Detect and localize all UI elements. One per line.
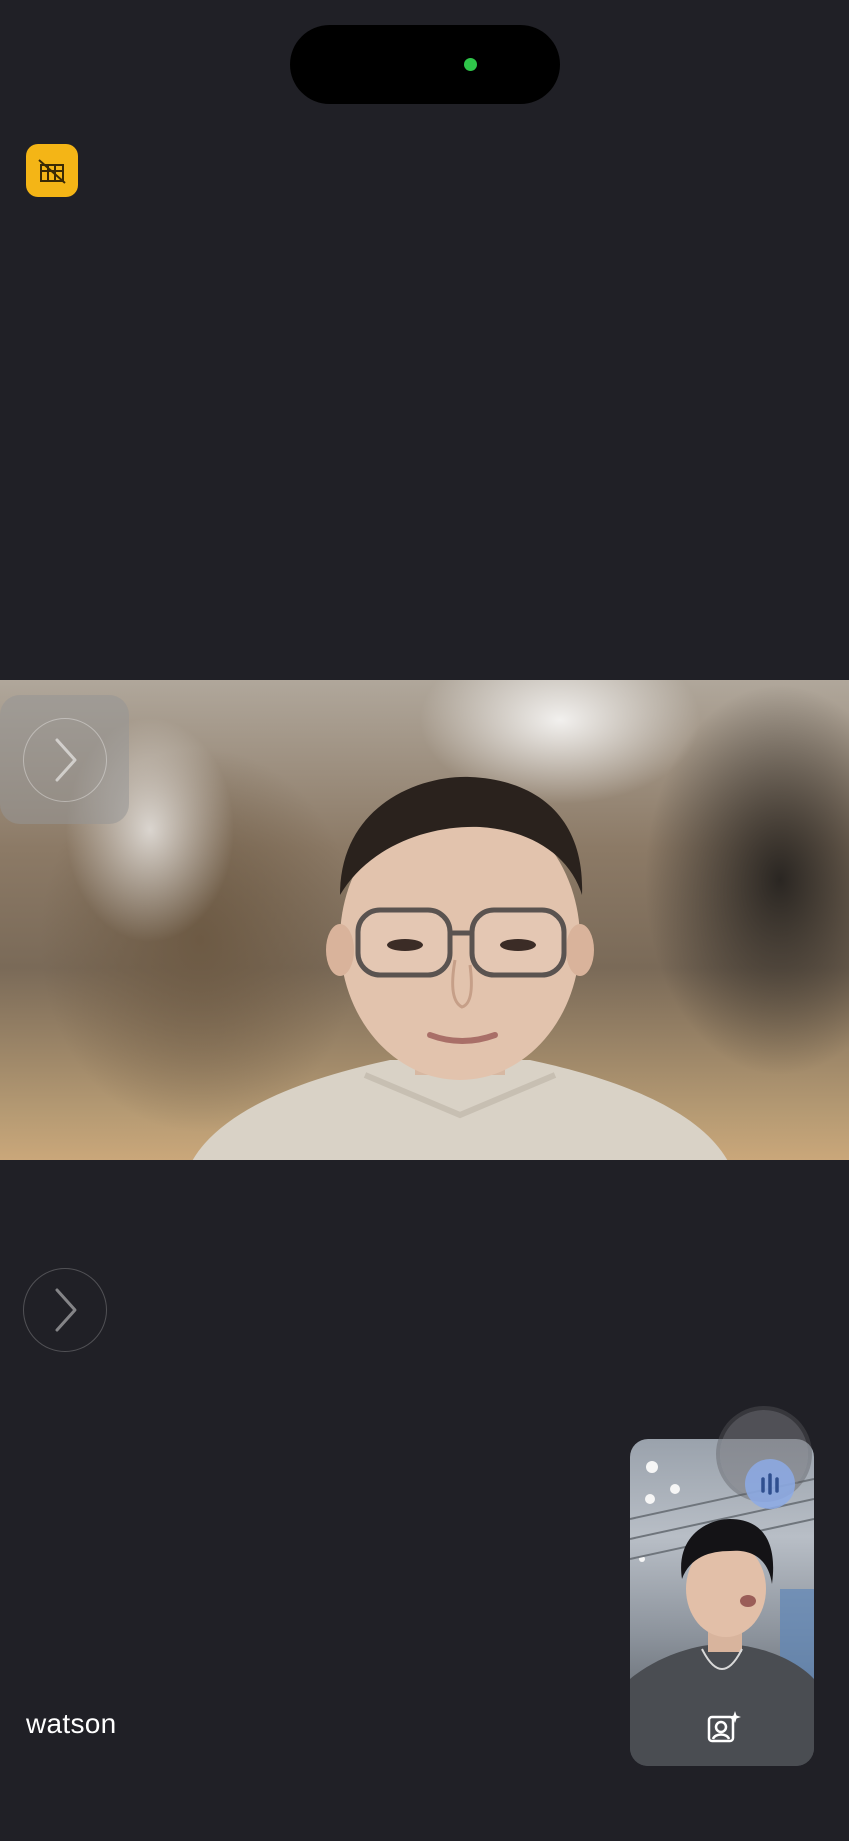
remote-video-feed[interactable] [0, 680, 849, 1160]
chevron-right-icon [55, 1288, 77, 1332]
expand-controls-button[interactable] [23, 1268, 107, 1352]
portrait-effect-button[interactable] [703, 1707, 743, 1747]
camera-effect-badge[interactable] [26, 144, 78, 197]
camera-active-indicator [464, 58, 477, 71]
facetime-call-screen: watson [0, 0, 849, 1841]
audio-waveform-icon [761, 1473, 779, 1495]
participant-name: watson [26, 1708, 117, 1739]
expand-sidebar-button[interactable] [0, 695, 129, 824]
dynamic-island [290, 25, 560, 104]
video-off-filter-icon [38, 158, 66, 184]
chevron-right-icon [22, 717, 107, 802]
portrait-mode-icon [707, 1711, 741, 1743]
remote-participant-image [192, 776, 728, 1160]
audio-levels-button[interactable] [745, 1459, 795, 1509]
